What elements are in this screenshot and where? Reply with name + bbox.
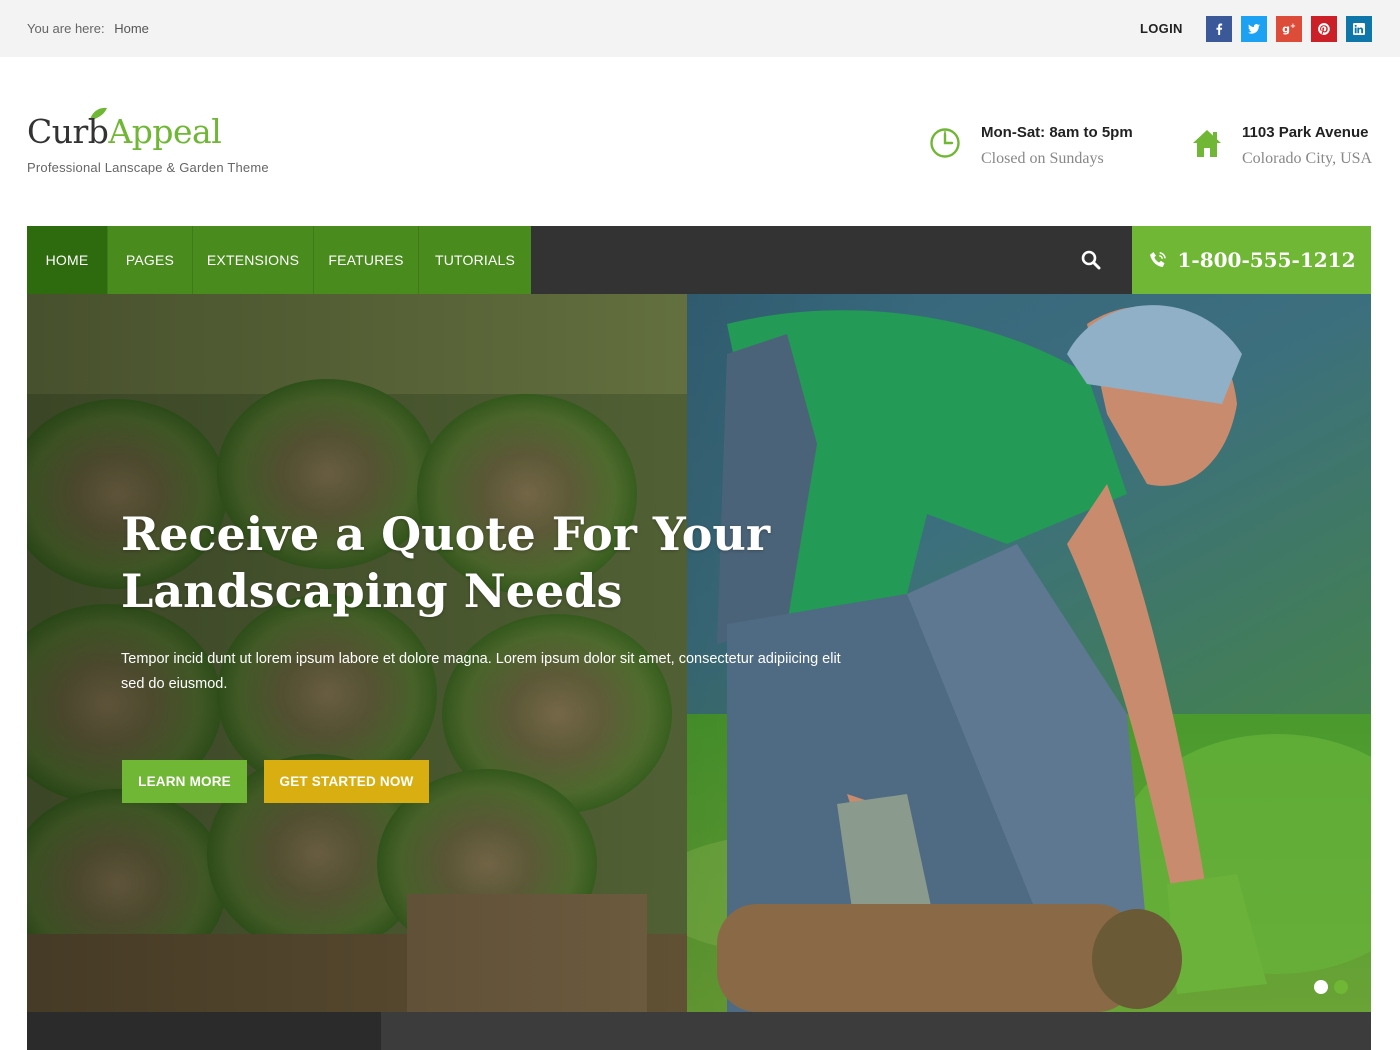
social-links: g+	[1206, 16, 1372, 42]
login-link[interactable]: LOGIN	[1140, 21, 1183, 36]
slider-dot-1[interactable]	[1314, 980, 1328, 994]
footer-strip	[381, 1012, 1371, 1050]
breadcrumb: You are here: Home	[27, 21, 149, 36]
hero-description: Tempor incid dunt ut lorem ipsum labore …	[121, 651, 841, 692]
slider-pagination	[1314, 980, 1348, 994]
nav-item-extensions[interactable]: EXTENSIONS	[193, 226, 314, 294]
phone-button[interactable]: 1-800-555-1212	[1132, 226, 1371, 294]
hero-slider: Receive a Quote For Your Landscaping Nee…	[27, 294, 1371, 1012]
home-icon	[1193, 130, 1221, 157]
phone-number: 1-800-555-1212	[1177, 248, 1356, 272]
facebook-icon[interactable]	[1206, 16, 1232, 42]
main-navigation: HOME PAGES EXTENSIONS FEATURES TUTORIALS…	[27, 226, 1371, 294]
address-title: 1103 Park Avenue	[1242, 124, 1369, 141]
nav-item-tutorials[interactable]: TUTORIALS	[419, 226, 531, 294]
hero-title: Receive a Quote For Your Landscaping Nee…	[121, 506, 821, 620]
breadcrumb-prefix: You are here:	[27, 21, 105, 36]
phone-icon	[1149, 252, 1166, 267]
linkedin-icon[interactable]	[1346, 16, 1372, 42]
hours-subtitle: Closed on Sundays	[981, 150, 1104, 167]
hours-title: Mon-Sat: 8am to 5pm	[981, 124, 1133, 141]
google-plus-icon[interactable]: g+	[1276, 16, 1302, 42]
nav-item-pages[interactable]: PAGES	[108, 226, 193, 294]
learn-more-button[interactable]: LEARN MORE	[122, 760, 247, 803]
footer-strip-dark	[27, 1012, 381, 1050]
nav-item-features[interactable]: FEATURES	[314, 226, 419, 294]
nav-item-home[interactable]: HOME	[27, 226, 108, 294]
top-bar: You are here: Home LOGIN g+	[0, 0, 1400, 57]
logo-text-appeal: Appeal	[108, 112, 222, 151]
site-tagline: Professional Lanscape & Garden Theme	[27, 160, 269, 175]
breadcrumb-home-link[interactable]: Home	[114, 21, 149, 36]
clock-icon	[930, 128, 960, 158]
hero-title-line2: Landscaping Needs	[121, 564, 623, 618]
site-logo[interactable]: CurbAppeal	[27, 112, 222, 151]
logo-text-curb: Curb	[27, 112, 109, 151]
address-subtitle: Colorado City, USA	[1242, 150, 1373, 167]
twitter-icon[interactable]	[1241, 16, 1267, 42]
slider-dot-2[interactable]	[1334, 980, 1348, 994]
pinterest-icon[interactable]	[1311, 16, 1337, 42]
get-started-button[interactable]: GET STARTED NOW	[264, 760, 429, 803]
search-icon[interactable]	[1079, 248, 1103, 272]
hero-title-line1: Receive a Quote For Your	[121, 507, 771, 561]
